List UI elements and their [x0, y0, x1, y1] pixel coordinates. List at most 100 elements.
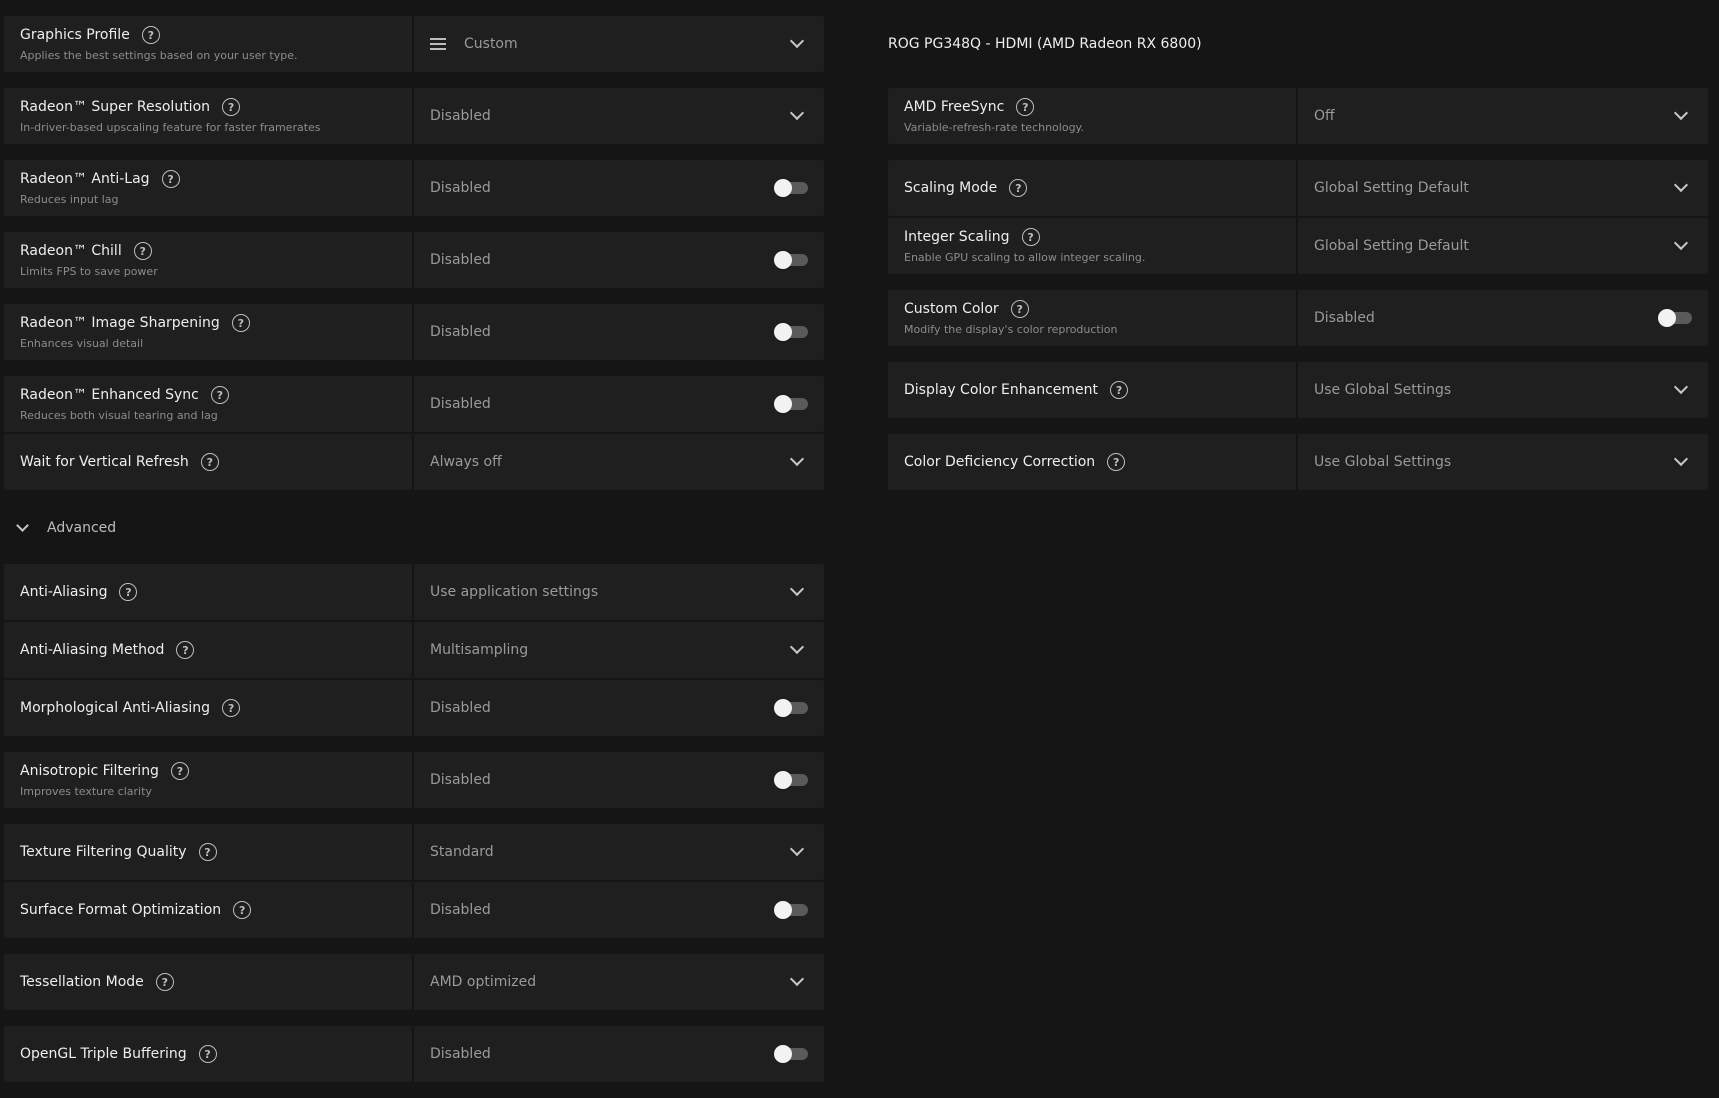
aa-method-label-cell: Anti-Aliasing Method?: [4, 622, 414, 678]
triple-buffering-title: OpenGL Triple Buffering: [20, 1046, 187, 1062]
anisotropic-row: Anisotropic Filtering? Improves texture …: [4, 752, 824, 808]
help-icon[interactable]: ?: [1016, 98, 1035, 116]
chill-toggle[interactable]: [774, 251, 808, 269]
freesync-dropdown[interactable]: Off: [1298, 88, 1708, 144]
help-icon[interactable]: ?: [222, 699, 241, 717]
freesync-desc: Variable-refresh-rate technology.: [904, 121, 1084, 134]
integer-scaling-label-cell: Integer Scaling? Enable GPU scaling to a…: [888, 218, 1298, 274]
settings-page: Graphics Profile? Applies the best setti…: [0, 0, 1719, 1098]
help-icon[interactable]: ?: [1110, 381, 1129, 399]
vsync-label-cell: Wait for Vertical Refresh?: [4, 434, 414, 490]
anisotropic-label-cell: Anisotropic Filtering? Improves texture …: [4, 752, 414, 808]
help-icon[interactable]: ?: [141, 26, 160, 44]
surface-format-toggle[interactable]: [774, 901, 808, 919]
vsync-dropdown[interactable]: Always off: [414, 434, 824, 490]
help-icon[interactable]: ?: [1009, 179, 1028, 197]
integer-scaling-row: Integer Scaling? Enable GPU scaling to a…: [888, 218, 1708, 274]
help-icon[interactable]: ?: [133, 242, 152, 260]
super-resolution-dropdown[interactable]: Disabled: [414, 88, 824, 144]
surface-format-value: Disabled: [430, 902, 491, 918]
color-enhancement-label-cell: Display Color Enhancement?: [888, 362, 1298, 418]
chill-value: Disabled: [430, 252, 491, 268]
morph-aa-toggle[interactable]: [774, 699, 808, 717]
freesync-title: AMD FreeSync: [904, 99, 1005, 115]
integer-scaling-dropdown[interactable]: Global Setting Default: [1298, 218, 1708, 274]
help-icon[interactable]: ?: [233, 901, 252, 919]
help-icon[interactable]: ?: [1107, 453, 1126, 471]
help-icon[interactable]: ?: [155, 973, 174, 991]
texture-quality-dropdown[interactable]: Standard: [414, 824, 824, 880]
chevron-down-icon: [1673, 177, 1689, 193]
anti-lag-label-cell: Radeon™ Anti-Lag? Reduces input lag: [4, 160, 414, 216]
scaling-mode-dropdown[interactable]: Global Setting Default: [1298, 160, 1708, 216]
color-deficiency-title: Color Deficiency Correction: [904, 454, 1096, 470]
color-enhancement-title: Display Color Enhancement: [904, 382, 1099, 398]
advanced-toggle[interactable]: Advanced: [4, 498, 824, 558]
image-sharpening-toggle[interactable]: [774, 323, 808, 341]
anti-aliasing-value: Use application settings: [430, 584, 599, 600]
morph-aa-label-cell: Morphological Anti-Aliasing?: [4, 680, 414, 736]
enhanced-sync-toggle[interactable]: [774, 395, 808, 413]
chevron-down-icon: [1673, 451, 1689, 467]
color-deficiency-label-cell: Color Deficiency Correction?: [888, 434, 1298, 490]
morph-aa-control: Disabled: [414, 680, 824, 736]
anisotropic-desc: Improves texture clarity: [20, 785, 152, 798]
graphics-profile-row: Graphics Profile? Applies the best setti…: [4, 16, 824, 72]
texture-quality-value: Standard: [430, 844, 494, 860]
graphics-profile-title: Graphics Profile: [20, 27, 130, 43]
help-icon[interactable]: ?: [1010, 300, 1029, 318]
help-icon[interactable]: ?: [222, 98, 241, 116]
help-icon[interactable]: ?: [1021, 228, 1040, 246]
help-icon[interactable]: ?: [231, 314, 250, 332]
advanced-label: Advanced: [47, 520, 117, 536]
color-deficiency-dropdown[interactable]: Use Global Settings: [1298, 434, 1708, 490]
custom-color-control: Disabled: [1298, 290, 1708, 346]
help-icon[interactable]: ?: [200, 453, 219, 471]
chill-row: Radeon™ Chill? Limits FPS to save power …: [4, 232, 824, 288]
anti-lag-toggle[interactable]: [774, 179, 808, 197]
aa-method-row: Anti-Aliasing Method? Multisampling: [4, 622, 824, 678]
chevron-down-icon: [1673, 379, 1689, 395]
enhanced-sync-row: Radeon™ Enhanced Sync? Reduces both visu…: [4, 376, 824, 432]
surface-format-row: Surface Format Optimization? Disabled: [4, 882, 824, 938]
scaling-mode-row: Scaling Mode? Global Setting Default: [888, 160, 1708, 216]
help-icon[interactable]: ?: [198, 843, 217, 861]
super-resolution-desc: In-driver-based upscaling feature for fa…: [20, 121, 321, 134]
tessellation-value: AMD optimized: [430, 974, 537, 990]
profile-list-icon: [430, 38, 446, 50]
custom-color-row: Custom Color? Modify the display's color…: [888, 290, 1708, 346]
anti-aliasing-row: Anti-Aliasing? Use application settings: [4, 564, 824, 620]
super-resolution-title: Radeon™ Super Resolution: [20, 99, 211, 115]
tessellation-dropdown[interactable]: AMD optimized: [414, 954, 824, 1010]
vsync-value: Always off: [430, 454, 502, 470]
chill-control: Disabled: [414, 232, 824, 288]
anisotropic-toggle[interactable]: [774, 771, 808, 789]
graphics-profile-dropdown[interactable]: Custom: [414, 16, 824, 72]
chevron-down-icon: [1673, 235, 1689, 251]
anti-aliasing-dropdown[interactable]: Use application settings: [414, 564, 824, 620]
enhanced-sync-control: Disabled: [414, 376, 824, 432]
custom-color-toggle[interactable]: [1658, 309, 1692, 327]
chevron-down-icon: [789, 971, 805, 987]
help-icon[interactable]: ?: [170, 762, 189, 780]
graphics-profile-label-cell: Graphics Profile? Applies the best setti…: [4, 16, 414, 72]
chevron-down-icon: [789, 581, 805, 597]
anisotropic-value: Disabled: [430, 772, 491, 788]
texture-quality-title: Texture Filtering Quality: [20, 844, 187, 860]
help-icon[interactable]: ?: [198, 1045, 217, 1063]
color-enhancement-dropdown[interactable]: Use Global Settings: [1298, 362, 1708, 418]
help-icon[interactable]: ?: [176, 641, 195, 659]
chevron-down-icon: [789, 33, 805, 49]
graphics-settings-column: Graphics Profile? Applies the best setti…: [4, 16, 824, 1082]
help-icon[interactable]: ?: [210, 386, 229, 404]
scaling-mode-title: Scaling Mode: [904, 180, 998, 196]
anti-lag-value: Disabled: [430, 180, 491, 196]
help-icon[interactable]: ?: [119, 583, 138, 601]
triple-buffering-toggle[interactable]: [774, 1045, 808, 1063]
aa-method-dropdown[interactable]: Multisampling: [414, 622, 824, 678]
chevron-down-icon: [16, 519, 29, 532]
help-icon[interactable]: ?: [161, 170, 180, 188]
triple-buffering-control: Disabled: [414, 1026, 824, 1082]
anti-aliasing-title: Anti-Aliasing: [20, 584, 108, 600]
scaling-mode-value: Global Setting Default: [1314, 180, 1469, 196]
